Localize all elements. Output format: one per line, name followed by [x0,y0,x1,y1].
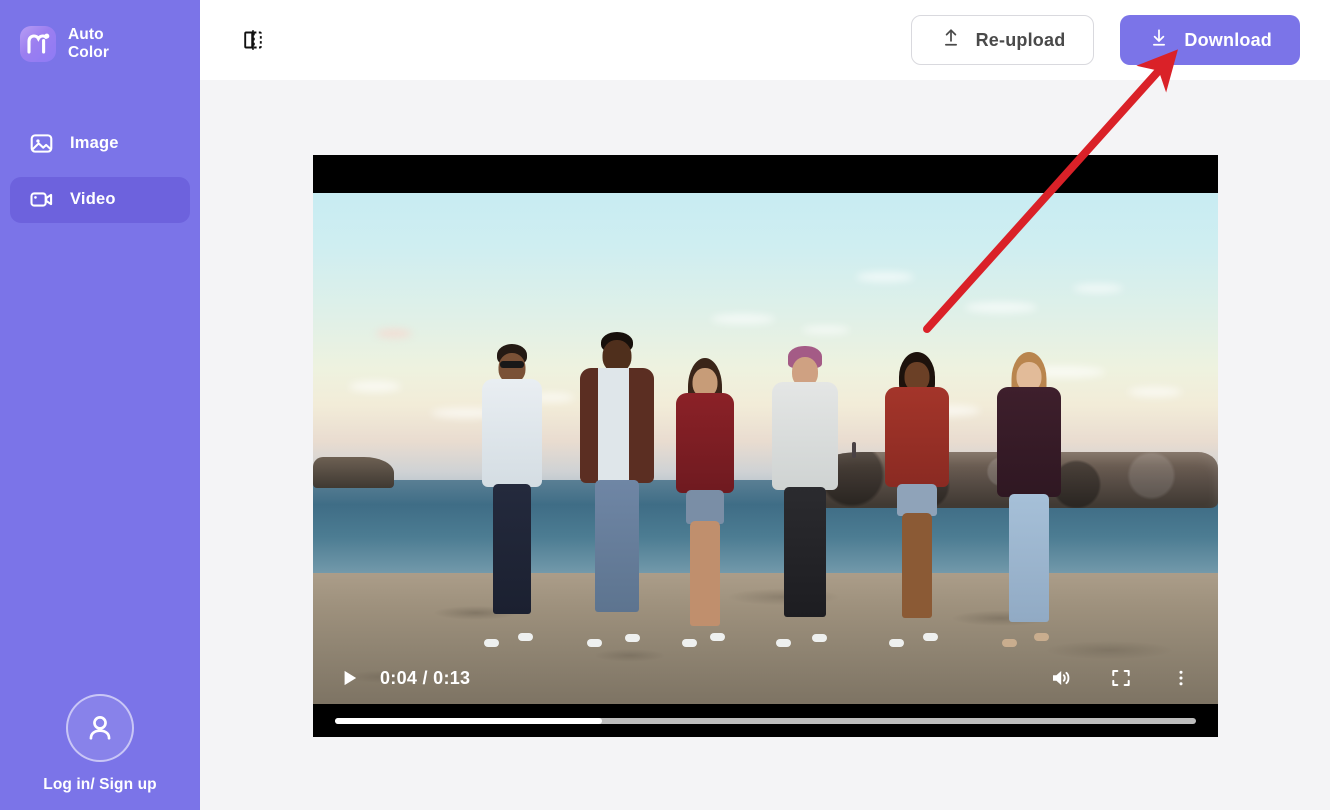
split-compare-view-icon[interactable] [234,21,272,59]
app-root: Auto Color Image [0,0,1330,810]
person-figure [476,344,548,644]
sidebar-item-label: Image [70,134,119,153]
fullscreen-icon[interactable] [1106,663,1136,693]
person-figure [766,346,844,644]
play-icon[interactable] [337,665,363,691]
video-stage: 0:04 / 0:13 [200,80,1330,810]
brand-name: Auto Color [68,26,109,63]
progress-track[interactable] [335,718,1196,724]
volume-on-icon[interactable] [1046,663,1076,693]
toolbar: Re-upload Download [200,0,1330,80]
person-figure [992,352,1066,644]
sidebar-item-label: Video [70,190,116,209]
download-button[interactable]: Download [1120,15,1300,65]
login-signup-label: Log in/ Sign up [43,776,156,794]
sidebar-nav: Image Video [0,121,200,233]
player-controls: 0:04 / 0:13 [313,652,1218,737]
sidebar-item-image[interactable]: Image [10,121,190,167]
time-display: 0:04 / 0:13 [380,668,470,689]
progress-fill [335,718,602,724]
video-frame [313,193,1218,706]
download-label: Download [1184,30,1272,51]
progress-bar[interactable] [313,704,1218,737]
reupload-button[interactable]: Re-upload [911,15,1095,65]
video-camera-icon [28,187,54,213]
person-figure [575,332,659,644]
rocky-breakwater-left [313,457,394,488]
main-area: Re-upload Download [200,0,1330,810]
person-figure [879,352,955,644]
person-figure [670,358,740,644]
sidebar-item-video[interactable]: Video [10,177,190,223]
player-controls-row: 0:04 / 0:13 [313,652,1218,704]
login-signup-button[interactable]: Log in/ Sign up [0,694,200,794]
reupload-label: Re-upload [976,30,1066,51]
letterbox-bar [313,155,1218,193]
video-player[interactable]: 0:04 / 0:13 [313,155,1218,737]
download-arrow-icon [1148,27,1170,54]
brand[interactable]: Auto Color [0,0,200,63]
distant-figure [852,442,856,458]
media-io-m-logo-icon [20,26,56,62]
upload-arrow-icon [940,27,962,54]
sidebar: Auto Color Image [0,0,200,810]
user-avatar-icon [66,694,134,762]
image-icon [28,131,54,157]
more-vertical-icon[interactable] [1166,663,1196,693]
